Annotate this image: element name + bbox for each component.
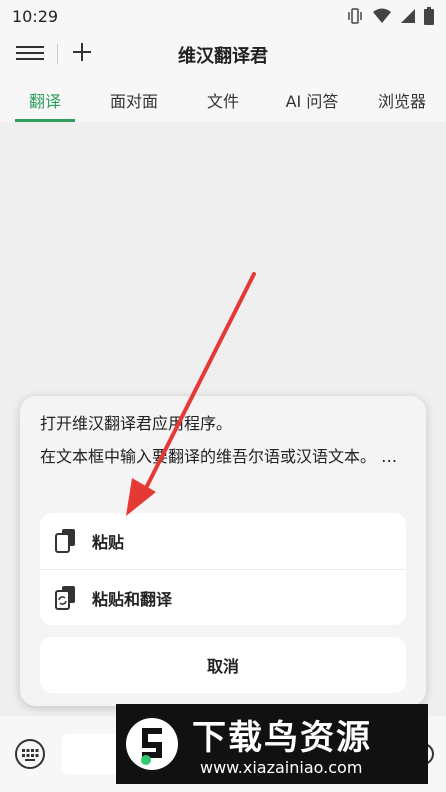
status-time: 10:29 (12, 6, 59, 26)
option-card: 粘贴 粘贴和翻译 (40, 513, 406, 625)
paste-label: 粘贴 (92, 533, 125, 552)
status-icons (346, 7, 434, 25)
watermark-url: www.xiazainiao.com (200, 758, 363, 777)
action-sheet: 打开维汉翻译君应用程序。 在文本框中输入要翻译的维吾尔语或汉语文本。 … 粘贴 … (20, 396, 426, 706)
sheet-instruction-1: 打开维汉翻译君应用程序。 (40, 414, 233, 433)
top-toolbar: 维汉翻译君 (0, 32, 446, 78)
sheet-instruction-2: 在文本框中输入要翻译的维吾尔语或汉语文本。 … (40, 447, 398, 466)
tab-ai-qa[interactable]: AI 问答 (280, 88, 344, 112)
tab-translate[interactable]: 翻译 (15, 88, 75, 112)
bird-logo-icon (126, 718, 178, 770)
app-title: 维汉翻译君 (178, 46, 268, 67)
wifi-icon (373, 8, 391, 23)
battery-icon (424, 7, 434, 25)
paste-option[interactable]: 粘贴 (40, 513, 406, 569)
tab-face-to-face[interactable]: 面对面 (104, 88, 164, 112)
cancel-button[interactable]: 取消 (40, 637, 406, 693)
status-bar: 10:29 (0, 0, 446, 32)
signal-icon (401, 9, 415, 23)
paste-translate-option[interactable]: 粘贴和翻译 (40, 569, 406, 626)
text-input[interactable] (62, 734, 120, 774)
tab-browser[interactable]: 浏览器 (370, 88, 434, 112)
keyboard-icon (15, 739, 45, 769)
paste-icon (55, 529, 75, 553)
cancel-label: 取消 (206, 657, 239, 676)
paste-translate-label: 粘贴和翻译 (92, 590, 173, 609)
vibrate-icon (348, 8, 362, 24)
active-tab-indicator (15, 119, 75, 122)
keyboard-button[interactable] (14, 738, 46, 770)
tab-file[interactable]: 文件 (198, 88, 248, 112)
watermark: 下载鸟资源 www.xiazainiao.com (116, 704, 428, 784)
tab-bar: 翻译 面对面 文件 AI 问答 浏览器 (0, 78, 446, 122)
watermark-title: 下载鸟资源 (192, 718, 372, 758)
paste-translate-icon (55, 586, 75, 610)
